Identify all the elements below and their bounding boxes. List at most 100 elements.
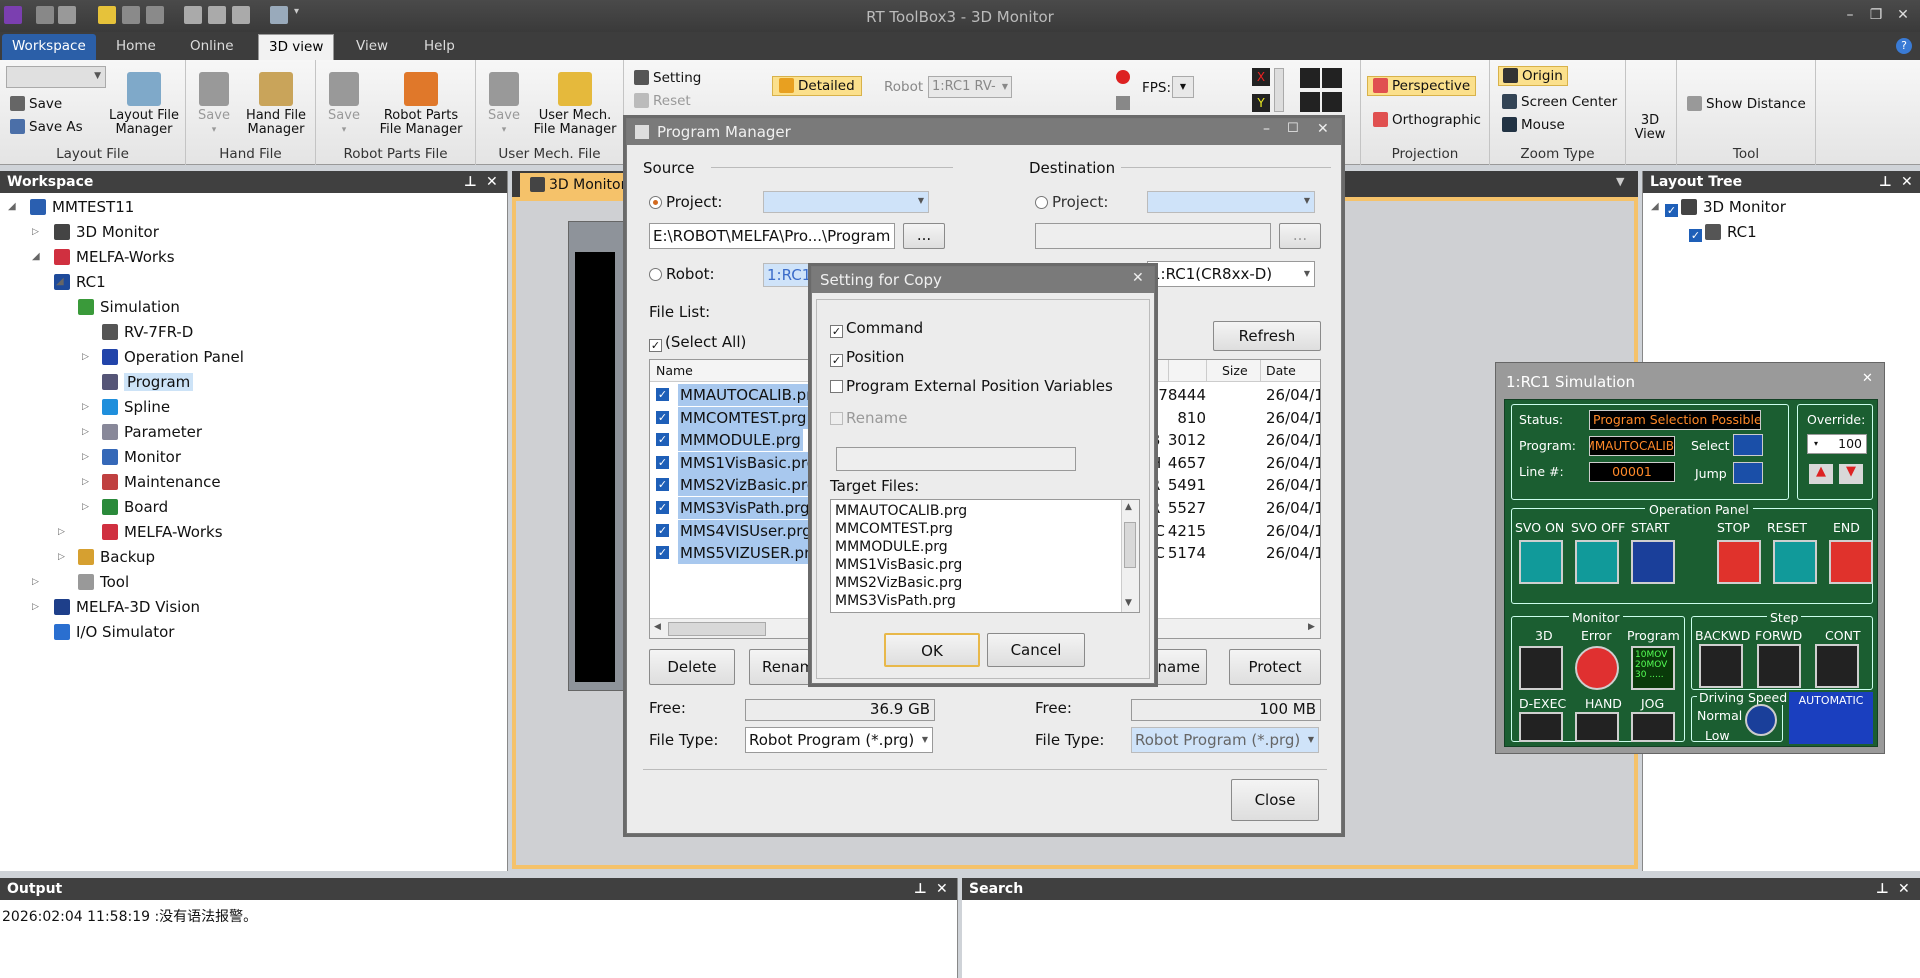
tab-list-dropdown-icon[interactable]: ▼ <box>1616 175 1624 188</box>
ok-button[interactable]: OK <box>884 633 980 667</box>
checkbox-icon[interactable]: ✓ <box>1689 229 1702 242</box>
source-project-select[interactable]: ▼ <box>763 191 929 213</box>
tree-item-spline[interactable]: Spline <box>102 396 170 418</box>
source-path-field[interactable]: E:\ROBOT\MELFA\Pro...\Program <box>649 223 895 249</box>
scroll-up-icon[interactable]: ▲ <box>1125 502 1132 512</box>
protect-button[interactable]: Protect <box>1229 649 1321 685</box>
tab-view[interactable]: View <box>346 34 398 60</box>
tree-item-program[interactable]: Program <box>102 371 194 393</box>
file-checkbox[interactable]: ✓ <box>656 433 669 447</box>
monitor-3d-button[interactable] <box>1519 646 1563 690</box>
view-xz-icon[interactable] <box>1322 68 1342 88</box>
cancel-button[interactable]: Cancel <box>987 633 1085 667</box>
pin-icon[interactable]: ⊥ <box>464 171 477 193</box>
reset-button[interactable] <box>1773 540 1817 584</box>
expand-icon[interactable]: ▷ <box>32 577 39 587</box>
svo-on-button[interactable] <box>1519 540 1563 584</box>
orthographic-button[interactable]: Orthographic <box>1373 112 1481 128</box>
forward-button[interactable] <box>1757 644 1801 688</box>
source-robot-radio[interactable]: Robot: <box>649 265 715 283</box>
zoom-origin-button[interactable]: Origin <box>1498 66 1568 86</box>
pin-icon[interactable]: ⊥ <box>914 878 927 900</box>
dest-project-radio[interactable]: Project: <box>1035 193 1108 211</box>
select-program-button[interactable] <box>1733 434 1763 456</box>
continue-button[interactable] <box>1815 644 1859 688</box>
rename-field[interactable] <box>836 447 1076 471</box>
close-icon[interactable]: ✕ <box>486 171 498 193</box>
tab-online[interactable]: Online <box>180 34 244 60</box>
tree-item-melfa-works-rc1[interactable]: MELFA-Works <box>102 521 223 543</box>
layout-file-manager-button[interactable]: Layout File Manager <box>104 72 184 137</box>
collapse-icon[interactable]: ◢ <box>56 276 64 287</box>
tree-item-simulation[interactable]: Simulation <box>78 296 180 318</box>
scroll-thumb[interactable] <box>668 622 766 636</box>
col-date[interactable]: Date <box>1266 360 1296 382</box>
user-mech-file-manager-button[interactable]: User Mech. File Manager <box>528 72 622 137</box>
layout-save-button[interactable]: Save <box>10 96 62 112</box>
tree-item-project[interactable]: MMTEST11 <box>30 196 134 218</box>
source-browse-button[interactable]: ... <box>903 223 945 249</box>
close-button[interactable]: Close <box>1231 779 1319 821</box>
layout-tree-rc1[interactable]: ✓ RC1 <box>1689 221 1757 243</box>
automatic-mode-button[interactable]: AUTOMATIC <box>1789 692 1873 744</box>
dest-rename-button[interactable]: ename <box>1147 649 1207 685</box>
view-iso-icon[interactable] <box>1322 92 1342 112</box>
setting-button[interactable]: Setting <box>634 70 701 86</box>
tab-3d-view[interactable]: 3D view <box>258 34 335 60</box>
close-window-button[interactable]: ✕ <box>1893 6 1913 24</box>
dialog-close-icon[interactable]: ✕ <box>1132 270 1144 286</box>
x-axis-icon[interactable]: X <box>1252 68 1270 86</box>
expand-icon[interactable]: ▷ <box>58 527 65 537</box>
jog-button[interactable] <box>1631 712 1675 742</box>
tab-home[interactable]: Home <box>106 34 166 60</box>
robot-parts-file-manager-button[interactable]: Robot Parts File Manager <box>368 72 474 137</box>
expand-icon[interactable]: ▷ <box>82 502 89 512</box>
dest-path-field[interactable] <box>1035 223 1271 249</box>
pin-icon[interactable]: ⊥ <box>1879 171 1892 193</box>
close-icon[interactable]: ✕ <box>1898 878 1910 900</box>
tree-item-3d-monitor[interactable]: 3D Monitor <box>54 221 159 243</box>
speed-knob[interactable] <box>1745 704 1777 736</box>
3d-view-button[interactable]: 3D View <box>1630 114 1670 142</box>
dest-browse-button[interactable]: ... <box>1279 223 1321 249</box>
layout-tree-3d-monitor[interactable]: ✓ 3D Monitor <box>1665 196 1786 218</box>
show-distance-button[interactable]: Show Distance <box>1687 96 1806 112</box>
layout-save-as-button[interactable]: Save As <box>10 119 83 135</box>
collapse-icon[interactable]: ◢ <box>1651 201 1659 212</box>
expand-icon[interactable]: ▷ <box>32 227 39 237</box>
tree-item-parameter[interactable]: Parameter <box>102 421 202 443</box>
dialog-close-icon[interactable]: ✕ <box>1317 121 1329 137</box>
stop-button[interactable] <box>1717 540 1761 584</box>
scroll-left-icon[interactable]: ◀ <box>654 622 661 632</box>
command-checkbox[interactable]: ✓ Command <box>830 319 923 338</box>
end-button[interactable] <box>1829 540 1873 584</box>
ext-position-checkbox[interactable]: Program External Position Variables <box>830 377 1113 395</box>
rename-button[interactable]: Renam <box>749 649 809 685</box>
detailed-toggle[interactable]: Detailed <box>772 76 862 96</box>
delete-button[interactable]: Delete <box>649 649 735 685</box>
tab-3d-monitor[interactable]: 3D Monitor <box>520 173 637 197</box>
tree-item-monitor[interactable]: Monitor <box>102 446 181 468</box>
axis-spinner[interactable] <box>1274 68 1284 112</box>
dest-project-select[interactable]: ▼ <box>1147 191 1315 213</box>
expand-icon[interactable]: ▷ <box>82 477 89 487</box>
tree-item-robot-model[interactable]: RV-7FR-D <box>102 321 193 343</box>
file-checkbox[interactable]: ✓ <box>656 546 669 560</box>
tree-item-tool[interactable]: Tool <box>78 571 129 593</box>
file-checkbox[interactable]: ✓ <box>656 523 669 537</box>
tree-item-backup[interactable]: Backup <box>78 546 155 568</box>
perspective-button[interactable]: Perspective <box>1367 76 1477 96</box>
reset-button[interactable]: Reset <box>634 93 691 109</box>
start-button[interactable] <box>1631 540 1675 584</box>
program-monitor-button[interactable]: 10MOV 20MOV 30 ..... <box>1631 646 1675 690</box>
file-checkbox[interactable]: ✓ <box>656 478 669 492</box>
dexec-button[interactable] <box>1519 712 1563 742</box>
tree-item-melfa-works[interactable]: MELFA-Works <box>54 246 175 268</box>
record-icon[interactable] <box>1116 70 1130 84</box>
hand-button[interactable] <box>1575 712 1619 742</box>
col-size[interactable]: Size <box>1222 360 1248 382</box>
tab-help[interactable]: Help <box>414 34 465 60</box>
dialog-maximize-icon[interactable]: ☐ <box>1287 121 1299 136</box>
select-all-checkbox[interactable]: ✓ (Select All) <box>649 333 746 352</box>
file-checkbox[interactable]: ✓ <box>656 410 669 424</box>
